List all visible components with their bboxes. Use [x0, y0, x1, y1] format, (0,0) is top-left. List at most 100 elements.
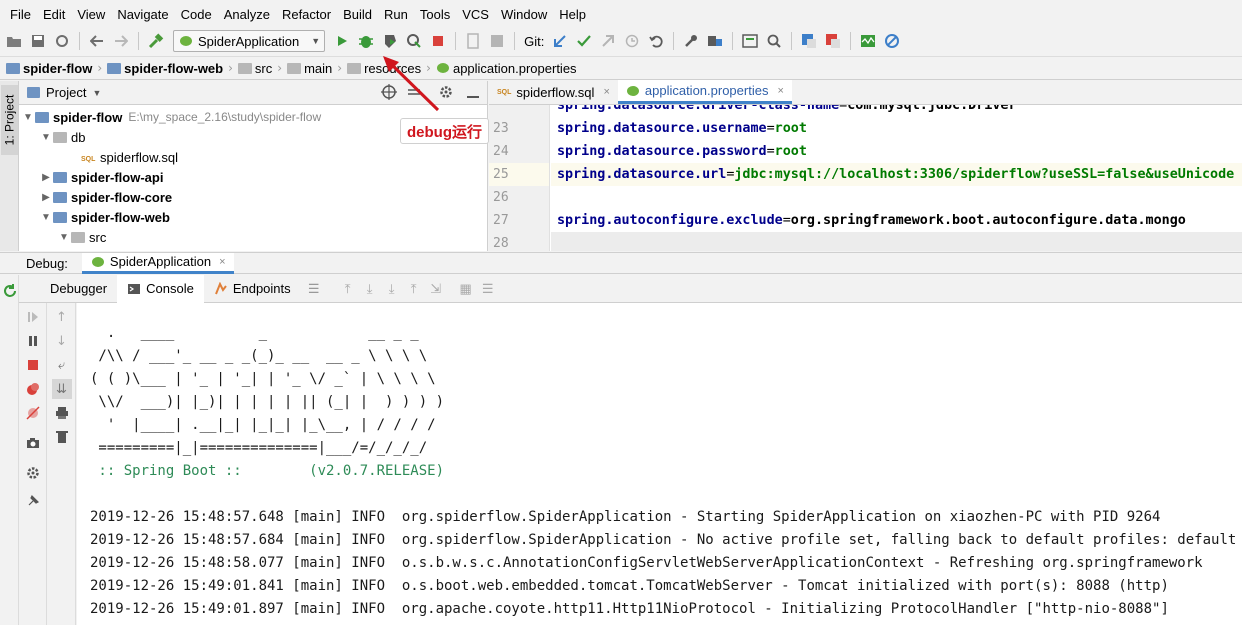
- translate-icon[interactable]: [798, 30, 820, 52]
- forward-icon[interactable]: [110, 30, 132, 52]
- soft-wrap-icon[interactable]: ⤶: [52, 355, 72, 375]
- breadcrumb-item-main[interactable]: main: [287, 61, 332, 76]
- open-folder-icon[interactable]: [3, 30, 25, 52]
- menu-run[interactable]: Run: [378, 7, 414, 22]
- project-view-selector[interactable]: Project: [46, 85, 86, 100]
- resume-icon[interactable]: [23, 307, 43, 327]
- translate-alt-icon[interactable]: [822, 30, 844, 52]
- run-icon[interactable]: [331, 30, 353, 52]
- collapse-arrow-icon[interactable]: ▶: [39, 172, 53, 183]
- step-over-icon[interactable]: ⤓: [359, 278, 381, 300]
- git-update-icon[interactable]: [549, 30, 571, 52]
- print-icon[interactable]: [52, 403, 72, 423]
- menu-analyze[interactable]: Analyze: [218, 7, 276, 22]
- close-icon[interactable]: ×: [777, 85, 783, 97]
- pause-icon[interactable]: [23, 331, 43, 351]
- terminal-icon[interactable]: [739, 30, 761, 52]
- run-to-cursor-icon[interactable]: ⇲: [425, 278, 447, 300]
- hide-panel-icon[interactable]: [466, 85, 480, 102]
- step-out-icon[interactable]: ⤒: [403, 278, 425, 300]
- activity-monitor-icon[interactable]: [857, 30, 879, 52]
- close-icon[interactable]: ×: [219, 256, 225, 268]
- git-history-icon[interactable]: [621, 30, 643, 52]
- power-save-icon[interactable]: [881, 30, 903, 52]
- clear-all-icon[interactable]: [52, 427, 72, 447]
- breadcrumb-item-spider-flow-web[interactable]: spider-flow-web: [107, 61, 223, 76]
- tab-console[interactable]: Console: [117, 274, 204, 303]
- tree-item-spider-flow-web[interactable]: ▼ spider-flow-web: [19, 207, 487, 227]
- menu-help[interactable]: Help: [553, 7, 592, 22]
- expand-arrow-icon[interactable]: ▼: [39, 212, 53, 223]
- search-icon[interactable]: [763, 30, 785, 52]
- chevron-down-icon[interactable]: ▼: [92, 88, 101, 98]
- project-tool-button[interactable]: 1: Project: [1, 85, 18, 155]
- menu-tools[interactable]: Tools: [414, 7, 456, 22]
- gear-icon[interactable]: [23, 463, 43, 483]
- console-output[interactable]: . ____ _ __ _ _ /\\ / ___'_ __ _ _(_)_ _…: [77, 303, 1242, 625]
- menu-file[interactable]: File: [4, 7, 37, 22]
- stop-icon[interactable]: [427, 30, 449, 52]
- debug-run-annotation: debug运行: [400, 118, 489, 144]
- breadcrumb-item-spider-flow[interactable]: spider-flow: [6, 61, 92, 76]
- tab-endpoints[interactable]: Endpoints: [204, 275, 301, 303]
- stop-icon[interactable]: [23, 355, 43, 375]
- arrow-up-icon[interactable]: ↑: [52, 307, 72, 327]
- back-icon[interactable]: [86, 30, 108, 52]
- debug-label: Debug:: [26, 255, 68, 271]
- line-number: 25: [489, 163, 549, 186]
- menu-edit[interactable]: Edit: [37, 7, 71, 22]
- menu-refactor[interactable]: Refactor: [276, 7, 337, 22]
- code-content[interactable]: spring.datasource.driver-class-name=com.…: [551, 105, 1242, 251]
- sync-icon[interactable]: [51, 30, 73, 52]
- restore-layout-icon[interactable]: ☰: [303, 278, 325, 300]
- menu-code[interactable]: Code: [175, 7, 218, 22]
- line-number: 27: [493, 213, 509, 228]
- expand-arrow-icon[interactable]: ▼: [57, 232, 71, 243]
- project-root-path: E:\my_space_2.16\study\spider-flow: [128, 110, 322, 124]
- camera-icon[interactable]: [23, 433, 43, 453]
- run-with-coverage-icon[interactable]: [379, 30, 401, 52]
- menu-build[interactable]: Build: [337, 7, 378, 22]
- settings-wrench-icon[interactable]: [680, 30, 702, 52]
- tree-item-spider-flow-api[interactable]: ▶ spider-flow-api: [19, 167, 487, 187]
- git-rollback-icon[interactable]: [645, 30, 667, 52]
- debug-session-tab[interactable]: SpiderApplication ×: [81, 252, 234, 274]
- breadcrumb-item-src[interactable]: src: [237, 61, 272, 76]
- collapse-arrow-icon[interactable]: ▶: [39, 192, 53, 203]
- debug-bug-icon[interactable]: [355, 30, 377, 52]
- trace-stream-icon[interactable]: ☰: [477, 278, 499, 300]
- attach-debugger-icon[interactable]: [462, 30, 484, 52]
- rerun-icon[interactable]: [0, 281, 20, 301]
- resources-folder-icon: [347, 62, 362, 74]
- run-configuration-select[interactable]: SpiderApplication ▼: [173, 30, 326, 52]
- step-into-icon[interactable]: ⤓: [381, 278, 403, 300]
- git-push-icon[interactable]: [597, 30, 619, 52]
- menu-window[interactable]: Window: [495, 7, 553, 22]
- tree-item-spiderflow-sql[interactable]: SQL spiderflow.sql: [19, 147, 487, 167]
- evaluate-expression-icon[interactable]: ▦: [455, 278, 477, 300]
- close-icon[interactable]: ×: [603, 86, 609, 98]
- build-artifact-icon[interactable]: [486, 30, 508, 52]
- scroll-to-end-icon[interactable]: ⇊: [51, 379, 72, 399]
- breadcrumb-separator: ›: [277, 61, 283, 75]
- arrow-down-icon[interactable]: ↓: [52, 331, 72, 351]
- build-hammer-icon[interactable]: [145, 30, 167, 52]
- project-structure-icon[interactable]: [704, 30, 726, 52]
- view-breakpoints-icon[interactable]: [23, 379, 43, 399]
- git-commit-icon[interactable]: [573, 30, 595, 52]
- tree-item-src[interactable]: ▼ src: [19, 227, 487, 247]
- editor-tab-bar: SQL spiderflow.sql × application.propert…: [489, 80, 1242, 105]
- editor-tab-application-properties[interactable]: application.properties ×: [617, 80, 792, 104]
- menu-navigate[interactable]: Navigate: [111, 7, 174, 22]
- mute-breakpoints-icon[interactable]: [23, 403, 43, 423]
- tree-item-spider-flow-core[interactable]: ▶ spider-flow-core: [19, 187, 487, 207]
- profile-icon[interactable]: [403, 30, 425, 52]
- pin-icon[interactable]: [23, 491, 43, 511]
- tab-debugger[interactable]: Debugger: [40, 275, 117, 303]
- menu-view[interactable]: View: [71, 7, 111, 22]
- save-icon[interactable]: [27, 30, 49, 52]
- expand-arrow-icon[interactable]: ▼: [39, 132, 53, 143]
- show-execution-point-icon[interactable]: ⤒: [337, 278, 359, 300]
- expand-arrow-icon[interactable]: ▼: [21, 112, 35, 123]
- menu-vcs[interactable]: VCS: [456, 7, 495, 22]
